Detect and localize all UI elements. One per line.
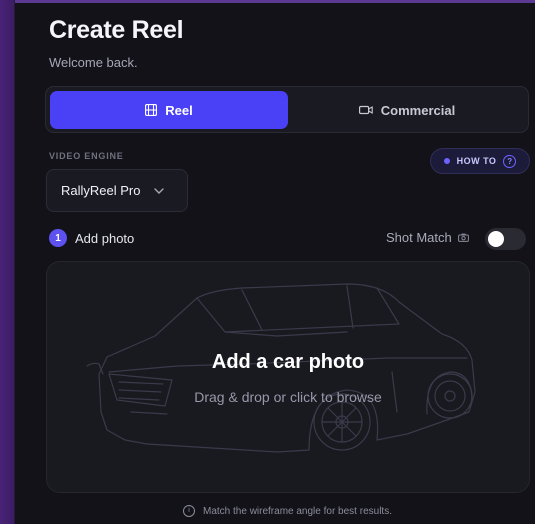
film-icon [145, 104, 158, 116]
camera-icon [457, 233, 469, 242]
top-accent-line [15, 0, 535, 3]
step-number-badge: 1 [49, 229, 67, 247]
info-icon: i [183, 505, 195, 517]
dropzone-subtitle: Drag & drop or click to browse [194, 389, 382, 405]
tab-commercial-label: Commercial [380, 102, 456, 118]
step-label: Add photo [75, 230, 135, 246]
video-engine-label: VIDEO ENGINE [49, 151, 124, 161]
video-engine-select[interactable]: RallyReel Pro [46, 169, 188, 212]
how-to-button[interactable]: HOW TO ? [430, 148, 530, 174]
tab-commercial[interactable]: Commercial [290, 91, 524, 129]
page-title: Create Reel [49, 16, 184, 44]
shot-match-toggle[interactable] [485, 228, 526, 250]
hint-row: i Match the wireframe angle for best res… [0, 505, 535, 517]
tab-reel-label: Reel [165, 102, 193, 118]
mode-switch: Reel Commercial [45, 86, 529, 133]
shot-match-label: Shot Match [386, 230, 452, 245]
help-icon: ? [503, 154, 517, 168]
shot-match-label-group: Shot Match [386, 230, 469, 245]
toggle-knob [488, 231, 504, 247]
status-dot-icon [443, 158, 450, 164]
photo-dropzone[interactable]: Add a car photo Drag & drop or click to … [46, 261, 530, 493]
hint-text: Match the wireframe angle for best resul… [203, 505, 392, 517]
chevron-down-icon [154, 187, 165, 194]
dropzone-title: Add a car photo [211, 351, 365, 373]
video-camera-icon [358, 105, 373, 115]
video-engine-value: RallyReel Pro [61, 183, 141, 198]
page-subtitle: Welcome back. [49, 55, 138, 70]
how-to-label: HOW TO [456, 156, 497, 166]
tab-reel[interactable]: Reel [50, 91, 288, 129]
step-add-photo: 1 Add photo [49, 229, 134, 247]
car-wireframe-illustration [86, 283, 476, 453]
